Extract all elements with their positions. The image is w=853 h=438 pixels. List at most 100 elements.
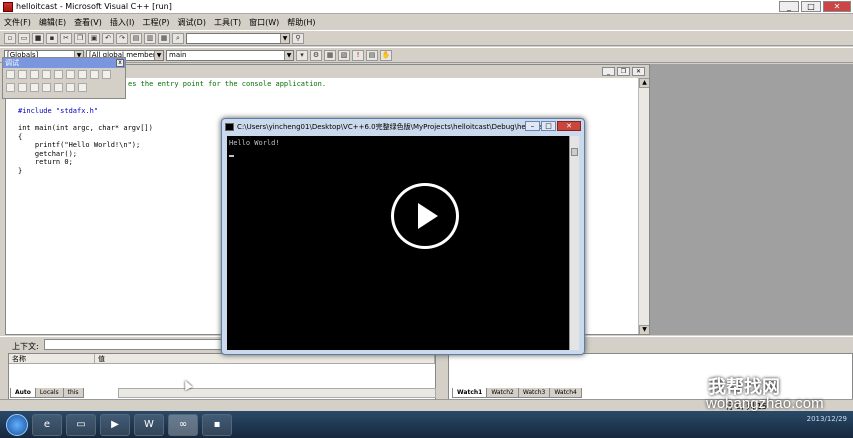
rebuild-icon[interactable]: ▧ xyxy=(338,49,350,61)
breakpoint-icon[interactable]: ✋ xyxy=(380,49,392,61)
watch-tabs: Watch1 Watch2 Watch3 Watch4 xyxy=(452,388,582,398)
minimize-button[interactable]: _ xyxy=(779,1,799,12)
editor-close-button[interactable]: ✕ xyxy=(632,67,645,76)
watermark-url: wobangzhao.com xyxy=(706,395,824,412)
code-line-10: } xyxy=(18,166,23,175)
paste-icon[interactable]: ▣ xyxy=(88,32,100,44)
start-button[interactable] xyxy=(6,413,28,436)
menu-debug[interactable]: 调试(D) xyxy=(178,17,206,28)
step-into-icon[interactable] xyxy=(66,70,75,79)
registers-icon[interactable] xyxy=(42,83,51,92)
find-in-files-icon[interactable]: ⌕ xyxy=(172,32,184,44)
wizard-action-icon[interactable]: ▾ xyxy=(296,49,308,61)
editor-vertical-scrollbar[interactable]: ▲ ▼ xyxy=(638,78,649,334)
play-icon[interactable] xyxy=(391,183,459,249)
menu-file[interactable]: 文件(F) xyxy=(4,17,31,28)
console-minimize-button[interactable]: – xyxy=(525,121,540,131)
cut-icon[interactable]: ✂ xyxy=(60,32,72,44)
ie-taskbar-icon[interactable]: e xyxy=(32,413,62,436)
console-taskbar-icon[interactable]: ▪ xyxy=(202,413,232,436)
tab-locals[interactable]: Locals xyxy=(34,388,64,398)
output-icon[interactable]: ▥ xyxy=(144,32,156,44)
run-to-cursor-icon[interactable] xyxy=(102,70,111,79)
stop-debugging-icon[interactable] xyxy=(18,70,27,79)
debug-panel-title: 调试 xyxy=(5,59,19,67)
tab-watch1[interactable]: Watch1 xyxy=(452,388,488,398)
restart-icon[interactable] xyxy=(6,70,15,79)
find-combo[interactable]: ▼ xyxy=(186,32,290,44)
step-out-icon[interactable] xyxy=(90,70,99,79)
variables-icon[interactable] xyxy=(30,83,39,92)
save-icon[interactable]: ■ xyxy=(32,32,44,44)
console-cursor xyxy=(229,155,234,157)
variables-tabs: Auto Locals this xyxy=(10,388,84,398)
menu-tools[interactable]: 工具(T) xyxy=(214,17,241,28)
workspace-icon[interactable]: ▤ xyxy=(130,32,142,44)
step-over-icon[interactable] xyxy=(78,70,87,79)
search-icon[interactable]: ⚲ xyxy=(292,32,304,44)
window-title: helloitcast - Microsoft Visual C++ [run] xyxy=(16,2,172,11)
save-all-icon[interactable]: ▪ xyxy=(46,32,58,44)
tab-watch2[interactable]: Watch2 xyxy=(486,388,519,398)
explorer-taskbar-icon[interactable]: ▭ xyxy=(66,413,96,436)
code-line-6: { xyxy=(18,132,23,141)
console-close-button[interactable]: ✕ xyxy=(557,121,581,131)
console-scrollbar[interactable] xyxy=(569,136,579,350)
disassembly-icon[interactable] xyxy=(78,83,87,92)
code-line-7: printf("Hello World!\n"); xyxy=(18,141,141,150)
watch-icon[interactable] xyxy=(18,83,27,92)
tab-this[interactable]: this xyxy=(62,388,84,398)
debug-toolbar-panel: 调试 x xyxy=(2,57,126,99)
maximize-button[interactable]: □ xyxy=(801,1,821,12)
call-stack-icon[interactable] xyxy=(66,83,75,92)
context-label: 上下文: xyxy=(12,342,39,351)
scroll-down-icon[interactable]: ▼ xyxy=(639,325,649,334)
open-folder-icon[interactable]: ▭ xyxy=(18,32,30,44)
media-player-taskbar-icon[interactable]: ▶ xyxy=(100,413,130,436)
break-icon[interactable] xyxy=(30,70,39,79)
code-line-5: int main(int argc, char* argv[]) xyxy=(18,123,153,132)
scroll-up-icon[interactable]: ▲ xyxy=(639,78,649,88)
build-icon[interactable]: ▦ xyxy=(324,49,336,61)
new-file-icon[interactable]: ▫ xyxy=(4,32,16,44)
variables-horizontal-scrollbar[interactable] xyxy=(118,388,436,398)
close-button[interactable]: ✕ xyxy=(823,1,851,12)
system-tray: 2013/12/29 xyxy=(807,415,847,423)
redo-icon[interactable]: ↷ xyxy=(116,32,128,44)
menu-view[interactable]: 查看(V) xyxy=(74,17,102,28)
undo-icon[interactable]: ↶ xyxy=(102,32,114,44)
function-combo[interactable]: main ▼ xyxy=(166,49,294,61)
menu-project[interactable]: 工程(P) xyxy=(142,17,169,28)
compile-icon[interactable]: ⚙ xyxy=(310,49,322,61)
menu-edit[interactable]: 编辑(E) xyxy=(39,17,66,28)
menu-insert[interactable]: 插入(I) xyxy=(110,17,135,28)
mdi-background xyxy=(650,64,853,335)
execute-icon[interactable]: ! xyxy=(352,49,364,61)
menu-window[interactable]: 窗口(W) xyxy=(249,17,279,28)
tab-watch4[interactable]: Watch4 xyxy=(549,388,582,398)
taskbar: e ▭ ▶ W ∞ ▪ 2013/12/29 xyxy=(0,411,853,438)
tab-auto[interactable]: Auto xyxy=(10,388,36,398)
console-scroll-thumb[interactable] xyxy=(571,148,578,156)
console-icon xyxy=(225,122,234,131)
debug-panel-close-button[interactable]: x xyxy=(116,59,124,67)
windows-icon[interactable]: ▦ xyxy=(158,32,170,44)
code-line-3: #include "stdafx.h" xyxy=(18,106,99,115)
menu-help[interactable]: 帮助(H) xyxy=(287,17,315,28)
word-taskbar-icon[interactable]: W xyxy=(134,413,164,436)
console-output-line: Hello World! xyxy=(229,139,280,147)
tab-watch3[interactable]: Watch3 xyxy=(517,388,551,398)
quickwatch-icon[interactable] xyxy=(6,83,15,92)
go-icon[interactable]: ▤ xyxy=(366,49,378,61)
console-title: C:\Users\yincheng01\Desktop\VC++6.0完整绿色版… xyxy=(237,122,550,131)
code-line-9: return 0; xyxy=(18,158,73,167)
copy-icon[interactable]: ❐ xyxy=(74,32,86,44)
console-maximize-button[interactable]: □ xyxy=(541,121,556,131)
vc-taskbar-icon[interactable]: ∞ xyxy=(168,413,198,436)
memory-icon[interactable] xyxy=(54,83,63,92)
show-next-statement-icon[interactable] xyxy=(54,70,63,79)
editor-restore-button[interactable]: ❐ xyxy=(617,67,630,76)
code-comment: es the entry point for the console appli… xyxy=(128,80,327,88)
apply-changes-icon[interactable] xyxy=(42,70,51,79)
editor-minimize-button[interactable]: _ xyxy=(602,67,615,76)
